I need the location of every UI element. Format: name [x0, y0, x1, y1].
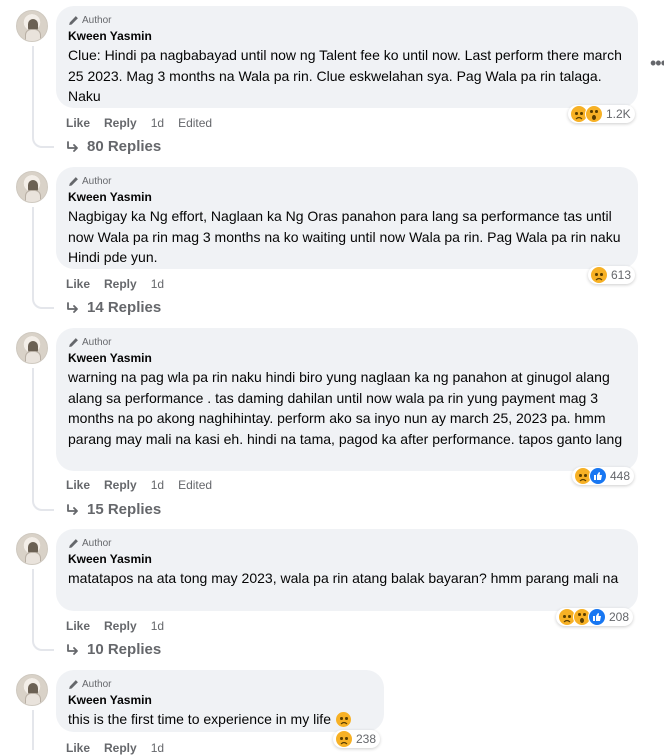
author-badge-label: Author	[82, 538, 112, 549]
timestamp[interactable]: 1d	[151, 478, 164, 492]
reply-arrow-icon	[67, 301, 78, 313]
replies-label: 10 Replies	[87, 641, 162, 658]
like-button[interactable]: Like	[66, 741, 90, 755]
timestamp[interactable]: 1d	[151, 619, 164, 633]
avatar[interactable]	[16, 10, 48, 42]
thread-line	[32, 368, 34, 497]
comment-bubble: Author Kween Yasmin this is the first ti…	[56, 670, 384, 732]
more-options-icon[interactable]: •••	[650, 53, 664, 74]
comment-actions: Like Reply 1d	[66, 618, 178, 634]
comment-actions: Like Reply 1d Edited	[66, 115, 212, 131]
pencil-icon	[69, 338, 78, 347]
view-replies-button[interactable]: 15 Replies	[66, 501, 161, 518]
like-icon	[589, 467, 607, 485]
comment-bubble: Author Kween Yasmin matatapos na ata ton…	[56, 529, 638, 611]
reply-button[interactable]: Reply	[104, 619, 137, 633]
comment-text: this is the first time to experience in …	[68, 711, 331, 727]
thread-line	[32, 207, 34, 295]
author-badge-label: Author	[82, 337, 112, 348]
avatar[interactable]	[16, 533, 48, 565]
reaction-summary[interactable]: 208	[556, 608, 634, 626]
thread-curve	[32, 295, 54, 309]
view-replies-button[interactable]: 80 Replies	[66, 138, 161, 155]
commenter-name[interactable]: Kween Yasmin	[68, 351, 626, 366]
author-badge: Author	[68, 678, 372, 691]
comment-bubble: Author Kween Yasmin Nagbigay ka Ng effor…	[56, 167, 638, 269]
comment-bubble: Author Kween Yasmin warning na pag wla p…	[56, 328, 638, 471]
commenter-name[interactable]: Kween Yasmin	[68, 29, 626, 44]
comment-text: matatapos na ata tong may 2023, wala pa …	[68, 570, 619, 586]
comment-text: warning na pag wla pa rin naku hindi bir…	[68, 369, 623, 447]
view-replies-button[interactable]: 14 Replies	[66, 299, 161, 316]
reaction-count: 448	[610, 469, 631, 483]
thread-curve	[32, 637, 54, 651]
timestamp[interactable]: 1d	[151, 116, 164, 130]
reaction-summary[interactable]: 613	[588, 266, 636, 284]
comment-text: Nagbigay ka Ng effort, Naglaan ka Ng Ora…	[68, 208, 621, 265]
wow-icon	[585, 105, 603, 123]
author-badge: Author	[68, 175, 626, 188]
reply-button[interactable]: Reply	[104, 277, 137, 291]
thread-curve	[32, 497, 54, 511]
thread-line	[32, 46, 34, 134]
reaction-count: 208	[609, 610, 630, 624]
sad-icon	[336, 711, 351, 727]
pencil-icon	[69, 16, 78, 25]
thread-line	[32, 710, 34, 750]
author-badge-label: Author	[82, 15, 112, 26]
reply-arrow-icon	[67, 503, 78, 515]
reply-arrow-icon	[67, 140, 78, 152]
avatar[interactable]	[16, 171, 48, 203]
reaction-summary[interactable]: 1.2K	[568, 105, 635, 123]
thread-line	[32, 569, 34, 637]
pencil-icon	[69, 539, 78, 548]
author-badge: Author	[68, 537, 626, 550]
avatar[interactable]	[16, 332, 48, 364]
timestamp[interactable]: 1d	[151, 277, 164, 291]
replies-label: 15 Replies	[87, 501, 162, 518]
commenter-name[interactable]: Kween Yasmin	[68, 190, 626, 205]
avatar[interactable]	[16, 674, 48, 706]
comment-text-row: this is the first time to experience in …	[68, 709, 372, 730]
replies-label: 14 Replies	[87, 299, 162, 316]
replies-label: 80 Replies	[87, 138, 162, 155]
timestamp[interactable]: 1d	[151, 741, 164, 755]
reply-button[interactable]: Reply	[104, 116, 137, 130]
view-replies-button[interactable]: 10 Replies	[66, 641, 161, 658]
pencil-icon	[69, 177, 78, 186]
reaction-summary[interactable]: 448	[572, 467, 635, 485]
like-button[interactable]: Like	[66, 116, 90, 130]
commenter-name[interactable]: Kween Yasmin	[68, 693, 372, 708]
reply-button[interactable]: Reply	[104, 741, 137, 755]
edited-label: Edited	[178, 116, 213, 130]
reaction-count: 1.2K	[606, 107, 631, 121]
comment-actions: Like Reply 1d	[66, 276, 178, 292]
like-button[interactable]: Like	[66, 478, 90, 492]
comment-actions: Like Reply 1d	[66, 740, 178, 756]
sad-icon	[590, 266, 608, 284]
author-badge-label: Author	[82, 679, 112, 690]
author-badge: Author	[68, 14, 626, 27]
comment-actions: Like Reply 1d Edited	[66, 477, 212, 493]
reaction-count: 238	[356, 732, 377, 746]
comment-bubble: Author Kween Yasmin Clue: Hindi pa nagba…	[56, 6, 638, 108]
reply-arrow-icon	[67, 643, 78, 655]
like-button[interactable]: Like	[66, 277, 90, 291]
commenter-name[interactable]: Kween Yasmin	[68, 552, 626, 567]
pencil-icon	[69, 680, 78, 689]
author-badge: Author	[68, 336, 626, 349]
edited-label: Edited	[178, 478, 213, 492]
reaction-count: 613	[611, 268, 632, 282]
reaction-summary[interactable]: 238	[333, 730, 381, 748]
like-icon	[588, 608, 606, 626]
author-badge-label: Author	[82, 176, 112, 187]
reply-button[interactable]: Reply	[104, 478, 137, 492]
comment-text: Clue: Hindi pa nagbabayad until now ng T…	[68, 47, 622, 104]
thread-curve	[32, 134, 54, 148]
like-button[interactable]: Like	[66, 619, 90, 633]
sad-icon	[335, 730, 353, 748]
